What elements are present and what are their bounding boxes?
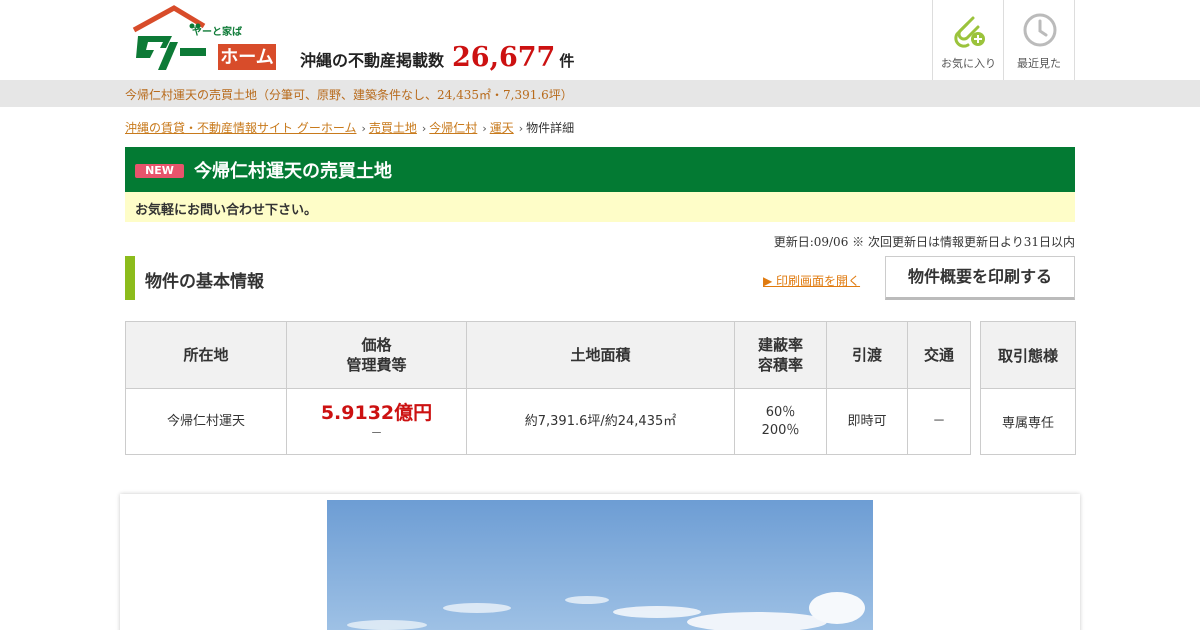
basic-info-title: 物件の基本情報 bbox=[145, 272, 264, 292]
property-photo[interactable] bbox=[327, 500, 873, 630]
header-price: 価格 管理費等 bbox=[286, 321, 467, 389]
recent-label: 最近見た bbox=[1017, 57, 1061, 70]
listing-count-unit: 件 bbox=[559, 52, 575, 70]
cell-price: 5.9132億円－ bbox=[286, 388, 467, 455]
price-value: 5.9132億円 bbox=[320, 401, 433, 424]
header-trade: 取引態様 bbox=[980, 321, 1076, 389]
header-area: 土地面積 bbox=[466, 321, 735, 389]
recent-button[interactable]: 最近見た bbox=[1003, 0, 1075, 80]
table-row: 今帰仁村運天 5.9132億円－ 約7,391.6坪/約24,435㎡ 60％ 2… bbox=[125, 388, 971, 455]
inquiry-notice: お気軽にお問い合わせ下さい。 bbox=[125, 192, 1075, 222]
inquiry-notice-text: お気軽にお問い合わせ下さい。 bbox=[135, 203, 318, 218]
chevron-right-icon: › bbox=[482, 122, 487, 135]
property-title: 今帰仁村運天の売買土地 bbox=[194, 161, 392, 182]
update-info: 更新日:09/06 ※ 次回更新日は情報更新日より31日以内 bbox=[773, 235, 1075, 249]
chevron-right-icon: › bbox=[421, 122, 427, 135]
cell-location: 今帰仁村運天 bbox=[125, 388, 287, 455]
favorites-label: お気に入り bbox=[941, 57, 996, 70]
header-ratio: 建蔽率 容積率 bbox=[734, 321, 827, 389]
floor-area-ratio-value: 200％ bbox=[761, 422, 800, 438]
heading-accent-bar bbox=[125, 256, 135, 300]
new-badge: NEW bbox=[135, 164, 184, 178]
trade-header-row: 取引態様 bbox=[980, 321, 1076, 389]
header-price-line1: 価格 bbox=[361, 336, 392, 354]
trade-type-table: 取引態様 専属専任 bbox=[980, 321, 1076, 455]
table-header-row: 所在地 価格管理費等 土地面積 建蔽率容積率 引渡 交通 bbox=[125, 321, 971, 389]
photo-gallery bbox=[120, 494, 1080, 630]
clock-icon bbox=[1023, 13, 1057, 47]
header-handover: 引渡 bbox=[826, 321, 908, 389]
breadcrumb-village-link[interactable]: 今帰仁村 bbox=[429, 121, 477, 135]
property-info-table: 所在地 価格管理費等 土地面積 建蔽率容積率 引渡 交通 今帰仁村運天 5.91… bbox=[125, 321, 971, 455]
page-subtitle: 今帰仁村運天の売買土地（分筆可、原野、建築条件なし、24,435㎡・7,391.… bbox=[125, 88, 573, 102]
listing-count-label: 沖縄の不動産掲載数 bbox=[300, 51, 445, 70]
listing-count-value: 26,677 bbox=[452, 42, 556, 73]
listing-count: 沖縄の不動産掲載数 26,677 件 bbox=[300, 42, 574, 73]
site-logo[interactable]: ヤーと家ば ホーム bbox=[130, 4, 280, 74]
breadcrumb: 沖縄の賃貸・不動産情報サイト グーホーム › 売買土地 › 今帰仁村 › 運天 › 物件詳細 bbox=[125, 119, 574, 136]
cell-trade: 専属専任 bbox=[980, 388, 1076, 455]
coverage-ratio-value: 60％ bbox=[765, 404, 796, 420]
header-price-line2: 管理費等 bbox=[346, 356, 407, 374]
cell-transport: － bbox=[907, 388, 971, 455]
svg-text:ホーム: ホーム bbox=[220, 47, 273, 68]
chevron-right-icon: › bbox=[361, 122, 366, 135]
basic-info-heading: 物件の基本情報 bbox=[125, 256, 425, 300]
property-title-bar: NEW 今帰仁村運天の売買土地 bbox=[125, 147, 1075, 192]
header-location: 所在地 bbox=[125, 321, 287, 389]
logo-image: ヤーと家ば ホーム bbox=[132, 5, 276, 70]
cell-ratio: 60％ 200％ bbox=[734, 388, 827, 455]
header-ratio-line2: 容積率 bbox=[757, 356, 803, 374]
breadcrumb-current: 物件詳細 bbox=[526, 121, 575, 135]
paperclip-plus-icon bbox=[954, 16, 985, 48]
logo-tagline: ヤーと家ば bbox=[192, 25, 242, 38]
cell-area: 約7,391.6坪/約24,435㎡ bbox=[466, 388, 735, 455]
page-subtitle-bar: 今帰仁村運天の売買土地（分筆可、原野、建築条件なし、24,435㎡・7,391.… bbox=[0, 80, 1200, 107]
table-row: 専属専任 bbox=[980, 388, 1076, 455]
sky-photo-image bbox=[327, 500, 873, 630]
open-print-view-link[interactable]: ▶ 印刷画面を開く bbox=[763, 272, 860, 289]
header-ratio-line1: 建蔽率 bbox=[757, 336, 803, 354]
site-header: ヤーと家ば ホーム 沖縄の不動産掲載数 26,677 件 お気に入り 最近見た bbox=[0, 0, 1200, 80]
chevron-right-icon: › bbox=[518, 122, 524, 135]
breadcrumb-home-link[interactable]: 沖縄の賃貸・不動産情報サイト グーホーム bbox=[125, 121, 356, 135]
favorites-button[interactable]: お気に入り bbox=[932, 0, 1004, 80]
management-fee-value: － bbox=[370, 425, 383, 440]
breadcrumb-area-link[interactable]: 運天 bbox=[490, 121, 514, 135]
cell-handover: 即時可 bbox=[826, 388, 908, 455]
breadcrumb-land-link[interactable]: 売買土地 bbox=[369, 121, 417, 135]
print-summary-button[interactable]: 物件概要を印刷する bbox=[885, 256, 1075, 300]
header-transport: 交通 bbox=[907, 321, 971, 389]
